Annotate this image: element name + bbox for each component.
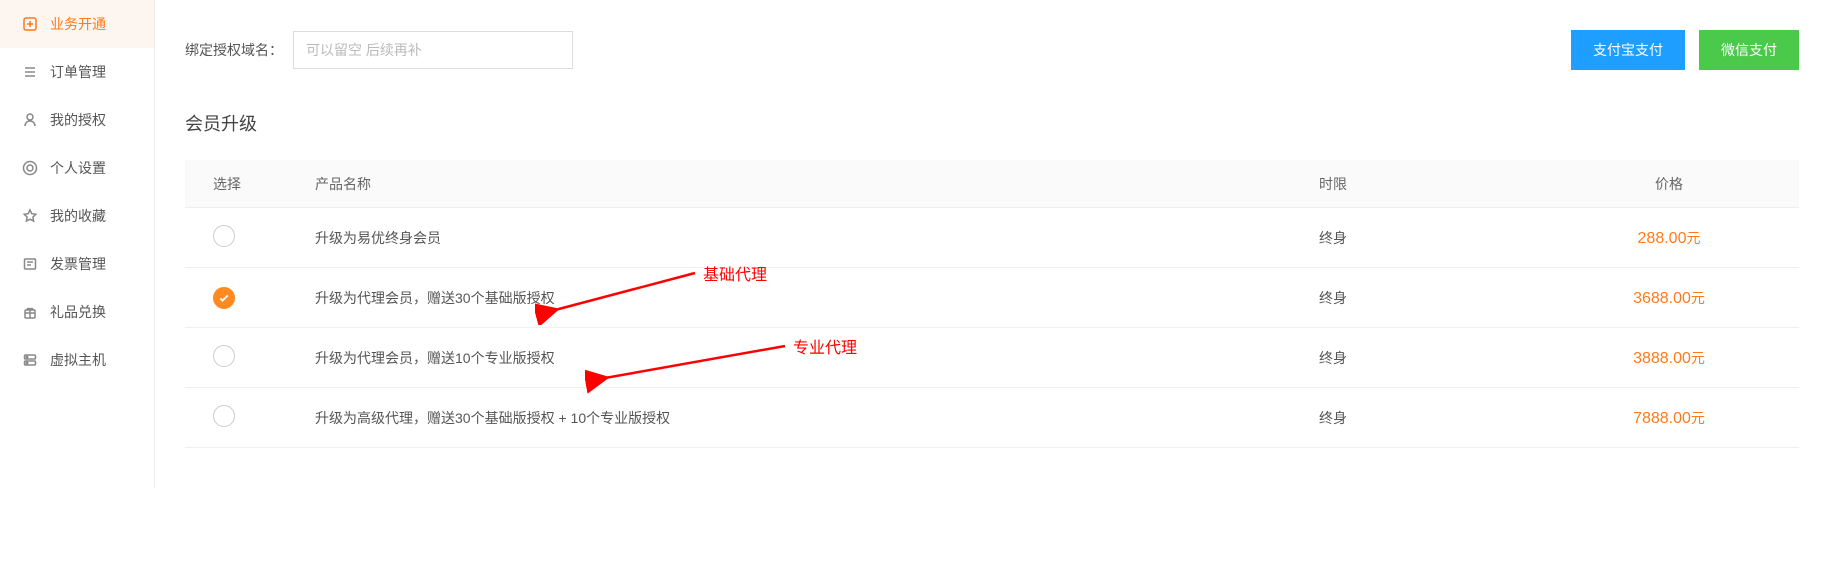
sidebar-item-label: 礼品兑换 [50, 302, 106, 322]
favorite-icon [22, 208, 38, 224]
table-header: 选择 产品名称 时限 价格 [185, 160, 1799, 208]
header-select: 选择 [185, 174, 315, 194]
header-name: 产品名称 [315, 174, 1319, 194]
host-icon [22, 352, 38, 368]
sidebar-item-label: 业务开通 [50, 14, 106, 34]
sidebar-item-orders[interactable]: 订单管理 [0, 48, 154, 96]
sidebar-item-label: 我的授权 [50, 110, 106, 130]
domain-label: 绑定授权域名： [185, 40, 283, 60]
sidebar-item-label: 虚拟主机 [50, 350, 106, 370]
product-name: 升级为代理会员，赠送10个专业版授权 [315, 348, 1319, 368]
section-title: 会员升级 [155, 100, 1839, 160]
sidebar-item-auth[interactable]: 我的授权 [0, 96, 154, 144]
product-name: 升级为高级代理，赠送30个基础版授权 + 10个专业版授权 [315, 408, 1319, 428]
select-radio[interactable] [213, 405, 235, 427]
table-row: 升级为高级代理，赠送30个基础版授权 + 10个专业版授权 终身 7888.00… [185, 388, 1799, 448]
sidebar-item-label: 发票管理 [50, 254, 106, 274]
sidebar-item-gift[interactable]: 礼品兑换 [0, 288, 154, 336]
table-row: 升级为代理会员，赠送10个专业版授权 终身 3888.00元 [185, 328, 1799, 388]
wechat-pay-button[interactable]: 微信支付 [1699, 30, 1799, 70]
product-limit: 终身 [1319, 408, 1579, 428]
alipay-pay-button[interactable]: 支付宝支付 [1571, 30, 1685, 70]
sidebar-item-host[interactable]: 虚拟主机 [0, 336, 154, 384]
sidebar-item-settings[interactable]: 个人设置 [0, 144, 154, 192]
main-content: 绑定授权域名： 支付宝支付 微信支付 会员升级 选择 产品名称 时限 价格 升级… [155, 0, 1839, 488]
settings-icon [22, 160, 38, 176]
auth-icon [22, 112, 38, 128]
invoice-icon [22, 256, 38, 272]
order-icon [22, 64, 38, 80]
product-price: 3688.00元 [1579, 288, 1799, 308]
sidebar-item-invoice[interactable]: 发票管理 [0, 240, 154, 288]
table-row: 升级为代理会员，赠送30个基础版授权 终身 3688.00元 [185, 268, 1799, 328]
product-limit: 终身 [1319, 348, 1579, 368]
table-row: 升级为易优终身会员 终身 288.00元 [185, 208, 1799, 268]
product-limit: 终身 [1319, 288, 1579, 308]
select-radio[interactable] [213, 225, 235, 247]
product-name: 升级为代理会员，赠送30个基础版授权 [315, 288, 1319, 308]
header-limit: 时限 [1319, 174, 1579, 194]
header-price: 价格 [1579, 174, 1799, 194]
product-price: 3888.00元 [1579, 348, 1799, 368]
upgrade-table: 选择 产品名称 时限 价格 升级为易优终身会员 终身 288.00元 [185, 160, 1799, 448]
select-radio[interactable] [213, 345, 235, 367]
product-limit: 终身 [1319, 228, 1579, 248]
top-row: 绑定授权域名： 支付宝支付 微信支付 [155, 0, 1839, 100]
business-open-icon [22, 16, 38, 32]
product-price: 288.00元 [1579, 228, 1799, 248]
domain-input[interactable] [293, 31, 573, 69]
sidebar-item-label: 个人设置 [50, 158, 106, 178]
sidebar-item-label: 我的收藏 [50, 206, 106, 226]
sidebar-item-business-open[interactable]: 业务开通 [0, 0, 154, 48]
sidebar-item-favorite[interactable]: 我的收藏 [0, 192, 154, 240]
select-radio[interactable] [213, 287, 235, 309]
gift-icon [22, 304, 38, 320]
product-name: 升级为易优终身会员 [315, 228, 1319, 248]
sidebar-item-label: 订单管理 [50, 62, 106, 82]
product-price: 7888.00元 [1579, 408, 1799, 428]
sidebar: 业务开通 订单管理 我的授权 个人设置 我的收藏 [0, 0, 155, 488]
